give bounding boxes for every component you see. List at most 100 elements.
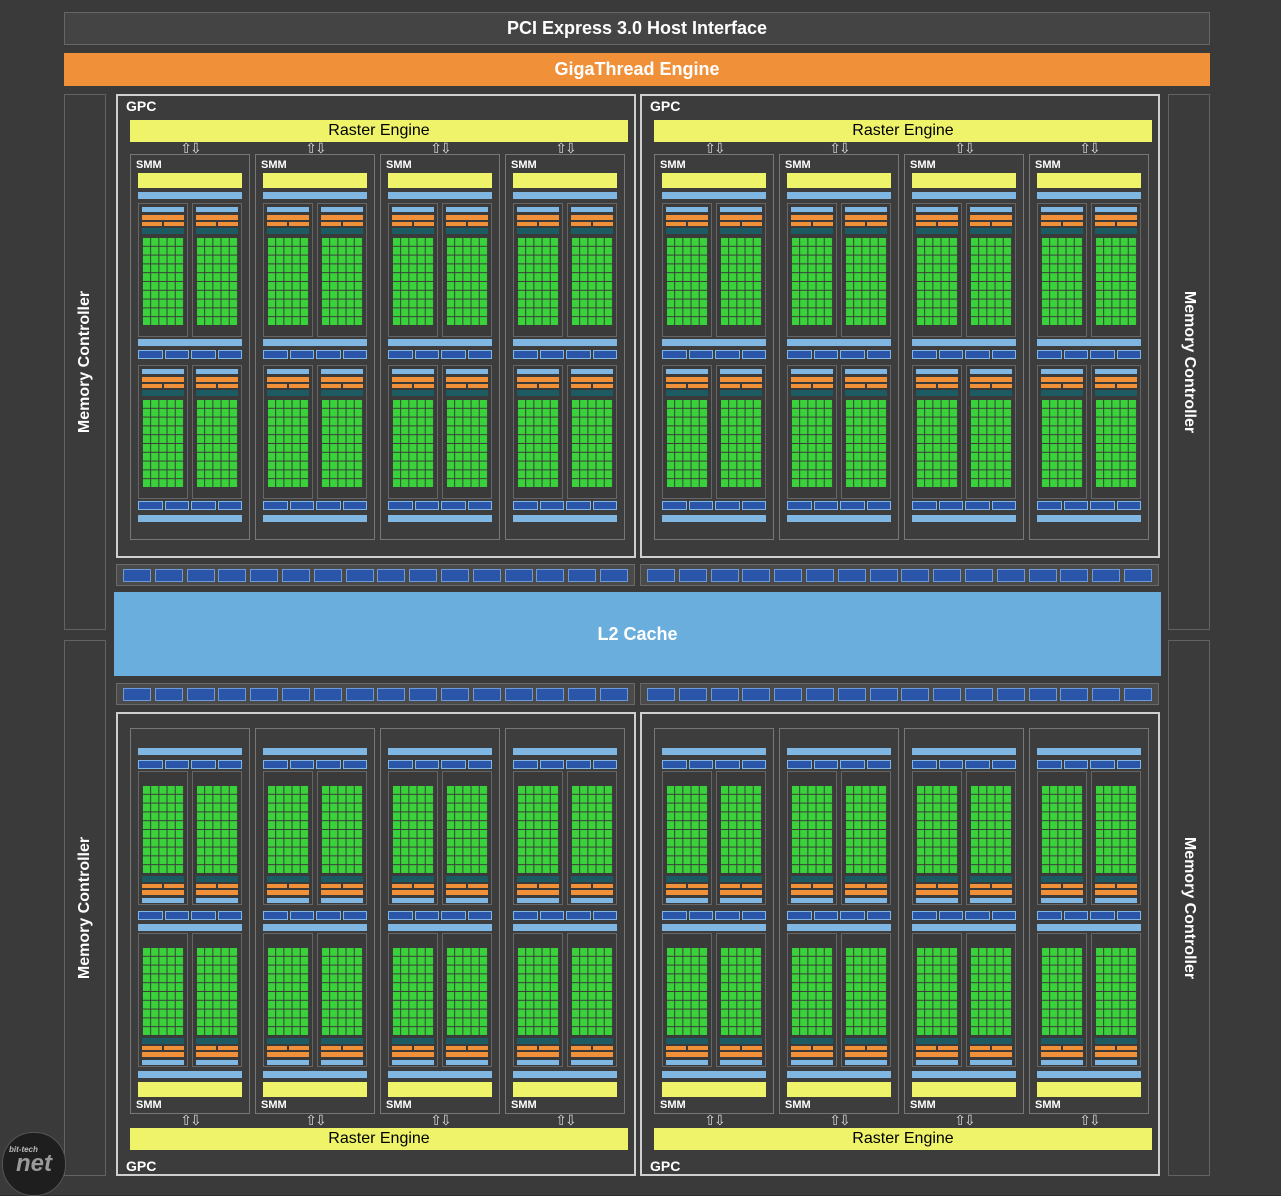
warp-scheduler <box>916 1052 958 1057</box>
register-file-cell <box>742 222 762 226</box>
instruction-buffer <box>196 1060 238 1065</box>
texture-unit <box>289 760 314 769</box>
smm-block: SMM <box>904 154 1024 540</box>
texture-unit <box>441 350 466 359</box>
register-file-cell <box>791 1046 811 1050</box>
warp-scheduler <box>970 890 1012 895</box>
bit-tech-logo: bit-tech net <box>2 1132 66 1196</box>
instruction-buffer <box>392 898 434 903</box>
processing-block <box>263 933 313 1067</box>
texture-unit <box>1090 911 1115 920</box>
register-file-split <box>666 222 708 226</box>
cuda-core-grid <box>1041 785 1083 873</box>
smm-block: SMM <box>904 728 1024 1114</box>
warp-scheduler <box>267 890 309 895</box>
register-file-split <box>446 1046 488 1050</box>
processing-block <box>567 933 617 1067</box>
register-file-cell <box>343 384 363 388</box>
register-file-cell <box>142 1046 162 1050</box>
register-file-cell <box>446 1046 466 1050</box>
cuda-core-grid <box>916 399 958 487</box>
cuda-core-grid <box>666 237 708 325</box>
smm-block: SMM <box>380 728 500 1114</box>
shared-memory <box>662 192 766 199</box>
processing-block <box>442 771 492 905</box>
cuda-core-grid <box>970 785 1012 873</box>
register-file-cell <box>1063 222 1083 226</box>
register-file-cell <box>970 384 990 388</box>
texture-unit <box>566 760 591 769</box>
processing-block-pair <box>138 203 242 337</box>
texture-unit <box>164 350 189 359</box>
l2-slice-block <box>774 687 803 701</box>
shared-memory <box>787 1071 891 1078</box>
register-file <box>392 1038 434 1044</box>
instruction-buffer <box>517 1060 559 1065</box>
texture-unit <box>787 911 812 920</box>
register-file-cell <box>343 1046 363 1050</box>
processing-block <box>716 203 766 337</box>
processing-block-pair <box>138 933 242 1067</box>
shared-memory <box>662 339 766 346</box>
processing-block <box>388 365 438 499</box>
cuda-core-grid <box>791 947 833 1035</box>
shared-memory <box>662 924 766 931</box>
texture-unit-row <box>912 501 1016 510</box>
instruction-buffer <box>720 207 762 212</box>
smm-label: SMM <box>785 159 811 171</box>
warp-scheduler <box>142 215 184 220</box>
register-file-split <box>970 384 1012 388</box>
texture-unit-row <box>513 911 617 920</box>
shared-memory <box>263 748 367 755</box>
texture-unit <box>1090 350 1115 359</box>
register-file-cell <box>1063 884 1083 888</box>
processing-block-pair <box>513 933 617 1067</box>
cuda-core-grid <box>1095 237 1137 325</box>
register-file-cell <box>1117 884 1137 888</box>
register-file-cell <box>1095 884 1115 888</box>
register-file <box>196 390 238 396</box>
register-file-cell <box>688 222 708 226</box>
cuda-core-grid <box>392 947 434 1035</box>
processing-block <box>317 365 367 499</box>
register-file-cell <box>845 384 865 388</box>
texture-unit-row <box>662 501 766 510</box>
instruction-buffer <box>517 207 559 212</box>
processing-block <box>841 771 891 905</box>
warp-scheduler <box>196 1052 238 1057</box>
register-file-cell <box>845 884 865 888</box>
texture-unit <box>263 911 288 920</box>
register-file <box>321 390 363 396</box>
register-file-split <box>666 384 708 388</box>
register-file <box>446 228 488 234</box>
texture-unit <box>662 911 687 920</box>
register-file-cell <box>845 1046 865 1050</box>
l2-slice-block <box>646 687 675 701</box>
processing-block-pair <box>662 771 766 905</box>
instruction-buffer <box>791 1060 833 1065</box>
register-file <box>791 390 833 396</box>
l2-slice-block <box>345 687 374 701</box>
instruction-buffer <box>720 898 762 903</box>
register-file-split <box>321 1046 363 1050</box>
texture-unit <box>1116 501 1141 510</box>
l2-slice-strip-bottom-left <box>116 683 635 705</box>
smm-block: SMM <box>505 728 625 1114</box>
processing-block <box>716 365 766 499</box>
instruction-buffer <box>196 898 238 903</box>
processing-block-pair <box>388 203 492 337</box>
register-file-split <box>517 884 559 888</box>
processing-block <box>442 933 492 1067</box>
cuda-core-grid <box>142 785 184 873</box>
smm-block: SMM <box>654 728 774 1114</box>
register-file <box>791 1038 833 1044</box>
register-file-cell <box>720 1046 740 1050</box>
register-file <box>970 390 1012 396</box>
instruction-buffer <box>571 898 613 903</box>
texture-unit-row <box>1037 911 1141 920</box>
register-file-cell <box>142 884 162 888</box>
register-file <box>1095 1038 1137 1044</box>
cuda-core-grid <box>1041 399 1083 487</box>
shared-memory <box>912 924 1016 931</box>
bidirectional-arrow-icon: ⇧⇩ <box>180 1112 201 1128</box>
